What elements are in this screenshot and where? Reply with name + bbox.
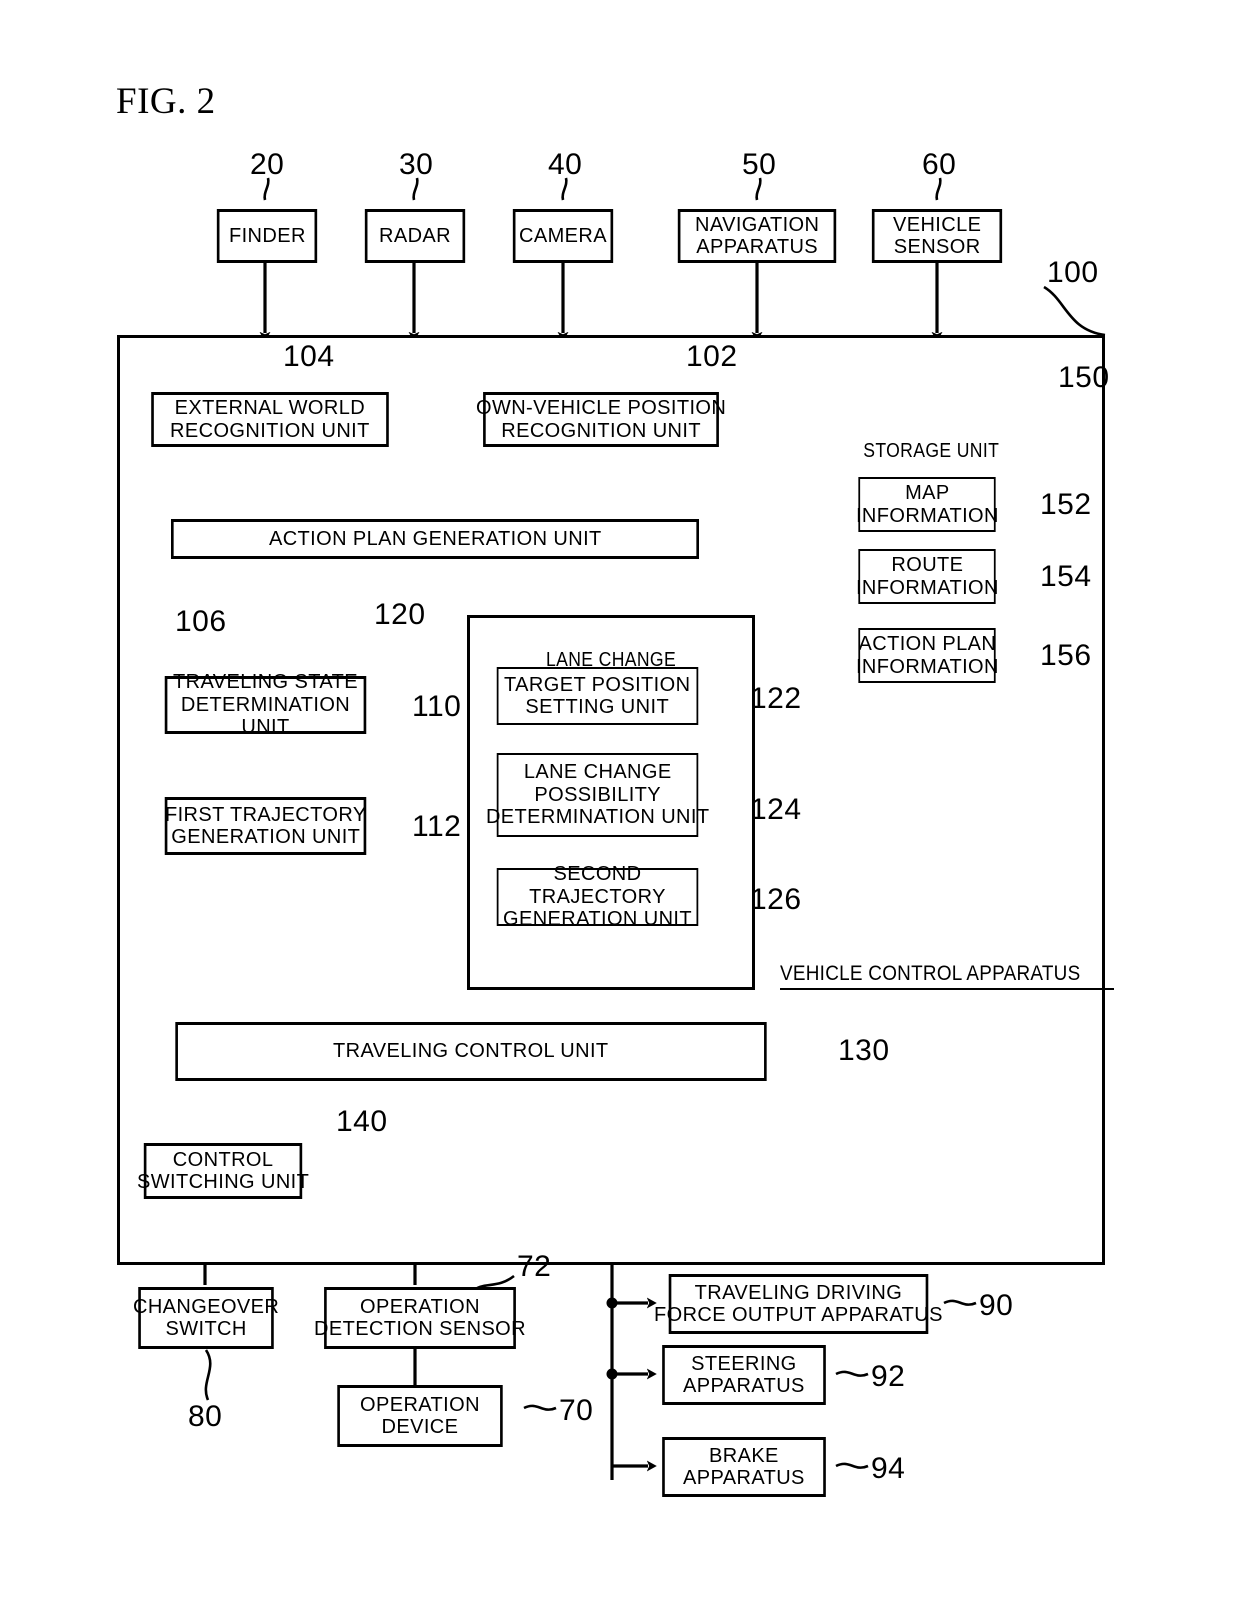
sensor-label-radar: RADAR: [378, 224, 452, 247]
ref-numeral-130: 130: [838, 1034, 890, 1067]
ref-numeral-92: 92: [871, 1360, 906, 1393]
ref-numeral-90: 90: [979, 1289, 1014, 1322]
operation-device-label: OPERATION DEVICE: [360, 1393, 480, 1438]
route-information-label: ROUTE INFORMATION: [855, 554, 999, 599]
external-world-recognition-unit-label: EXTERNAL WORLD RECOGNITION UNIT: [170, 397, 370, 442]
map-information-box[interactable]: MAP INFORMATION: [856, 477, 998, 532]
sensor-box-navigation-apparatus[interactable]: NAVIGATION APPARATUS: [677, 209, 837, 263]
own-vehicle-position-recognition-unit[interactable]: OWN-VEHICLE POSITION RECOGNITION UNIT: [476, 392, 726, 447]
changeover-switch-label: CHANGEOVER SWITCH: [132, 1295, 280, 1340]
ref-numeral-70: 70: [559, 1394, 594, 1427]
lane-change-possibility-determination-unit-label: LANE CHANGE POSSIBILITY DETERMINATION UN…: [485, 761, 710, 829]
traveling-state-determination-unit-label: TRAVELING STATE DETERMINATION UNIT: [173, 671, 358, 739]
ref-numeral-110: 110: [412, 690, 462, 723]
target-position-setting-unit-label: TARGET POSITION SETTING UNIT: [504, 673, 691, 718]
ref-numeral-140: 140: [336, 1105, 388, 1138]
action-plan-generation-unit-label: ACTION PLAN GENERATION UNIT: [268, 527, 602, 550]
brake-apparatus-box[interactable]: BRAKE APPARATUS: [662, 1437, 826, 1497]
traveling-driving-force-output-apparatus-box[interactable]: TRAVELING DRIVING FORCE OUTPUT APPARATUS: [654, 1274, 943, 1334]
map-information-label: MAP INFORMATION: [855, 482, 999, 527]
external-world-recognition-unit[interactable]: EXTERNAL WORLD RECOGNITION UNIT: [151, 392, 389, 447]
ref-numeral-124: 124: [750, 793, 802, 826]
ref-numeral-94: 94: [871, 1452, 906, 1485]
traveling-state-determination-unit[interactable]: TRAVELING STATE DETERMINATION UNIT: [164, 671, 367, 738]
control-switching-unit[interactable]: CONTROL SWITCHING UNIT: [137, 1143, 309, 1199]
storage-unit-title: STORAGE UNIT: [836, 440, 1026, 463]
patent-figure-page: FIG. 2 FINDER RADAR CAMERA NAVIGATION AP…: [0, 0, 1240, 1618]
control-switching-unit-label: CONTROL SWITCHING UNIT: [136, 1148, 310, 1193]
second-trajectory-generation-unit[interactable]: SECOND TRAJECTORY GENERATION UNIT: [496, 863, 699, 930]
sensor-label-finder: FINDER: [228, 224, 306, 247]
action-plan-generation-unit[interactable]: ACTION PLAN GENERATION UNIT: [171, 519, 699, 559]
operation-detection-sensor-box[interactable]: OPERATION DETECTION SENSOR: [314, 1287, 526, 1349]
brake-apparatus-label: BRAKE APPARATUS: [683, 1444, 805, 1489]
ref-numeral-100: 100: [1047, 256, 1099, 289]
first-trajectory-generation-unit[interactable]: FIRST TRAJECTORY GENERATION UNIT: [165, 797, 367, 855]
traveling-control-unit-label: TRAVELING CONTROL UNIT: [333, 1040, 609, 1063]
vehicle-control-apparatus-caption: VEHICLE CONTROL APPARATUS: [780, 962, 1114, 990]
action-plan-information-label: ACTION PLAN INFORMATION: [855, 633, 999, 678]
route-information-box[interactable]: ROUTE INFORMATION: [856, 549, 998, 604]
operation-detection-sensor-label: OPERATION DETECTION SENSOR: [313, 1295, 526, 1340]
sensor-label-camera: CAMERA: [519, 224, 607, 247]
sensor-label-navigation-apparatus: NAVIGATION APPARATUS: [694, 213, 820, 258]
first-trajectory-generation-unit-label: FIRST TRAJECTORY GENERATION UNIT: [164, 803, 367, 848]
sensor-label-vehicle-sensor: VEHICLE SENSOR: [892, 213, 982, 258]
target-position-setting-unit[interactable]: TARGET POSITION SETTING UNIT: [496, 667, 699, 725]
ref-numeral-154: 154: [1040, 560, 1092, 593]
steering-apparatus-box[interactable]: STEERING APPARATUS: [662, 1345, 826, 1405]
vehicle-control-apparatus-caption-text: VEHICLE CONTROL APPARATUS: [780, 962, 1081, 985]
ref-numeral-106: 106: [175, 605, 227, 638]
ref-numeral-40: 40: [548, 148, 583, 181]
changeover-switch-box[interactable]: CHANGEOVER SWITCH: [133, 1287, 279, 1349]
ref-numeral-30: 30: [399, 148, 434, 181]
ref-numeral-60: 60: [922, 148, 957, 181]
second-trajectory-generation-unit-label: SECOND TRAJECTORY GENERATION UNIT: [503, 863, 692, 931]
ref-numeral-20: 20: [250, 148, 285, 181]
ref-numeral-80: 80: [188, 1400, 223, 1433]
ref-numeral-126: 126: [750, 883, 802, 916]
sensor-box-radar[interactable]: RADAR: [364, 209, 466, 263]
operation-device-box[interactable]: OPERATION DEVICE: [337, 1385, 503, 1447]
lane-change-possibility-determination-unit[interactable]: LANE CHANGE POSSIBILITY DETERMINATION UN…: [486, 753, 709, 837]
ref-numeral-112: 112: [412, 810, 462, 843]
traveling-control-unit[interactable]: TRAVELING CONTROL UNIT: [175, 1022, 767, 1081]
sensor-box-vehicle-sensor[interactable]: VEHICLE SENSOR: [871, 209, 1003, 263]
figure-title: FIG. 2: [116, 81, 216, 122]
ref-numeral-50: 50: [742, 148, 777, 181]
ref-numeral-122: 122: [750, 682, 802, 715]
ref-numeral-156: 156: [1040, 639, 1092, 672]
sensor-box-camera[interactable]: CAMERA: [512, 209, 614, 263]
ref-numeral-72: 72: [517, 1250, 552, 1283]
ref-numeral-120: 120: [374, 598, 426, 631]
ref-numeral-102: 102: [686, 340, 738, 373]
action-plan-information-box[interactable]: ACTION PLAN INFORMATION: [856, 628, 998, 683]
own-vehicle-position-recognition-unit-label: OWN-VEHICLE POSITION RECOGNITION UNIT: [475, 397, 727, 442]
sensor-box-finder[interactable]: FINDER: [216, 209, 318, 263]
steering-apparatus-label: STEERING APPARATUS: [683, 1352, 805, 1397]
ref-numeral-104: 104: [283, 340, 335, 373]
storage-unit-title-text: STORAGE UNIT: [863, 440, 999, 462]
ref-numeral-152: 152: [1040, 488, 1092, 521]
traveling-driving-force-output-apparatus-label: TRAVELING DRIVING FORCE OUTPUT APPARATUS: [654, 1281, 943, 1326]
ref-numeral-150: 150: [1058, 361, 1110, 394]
